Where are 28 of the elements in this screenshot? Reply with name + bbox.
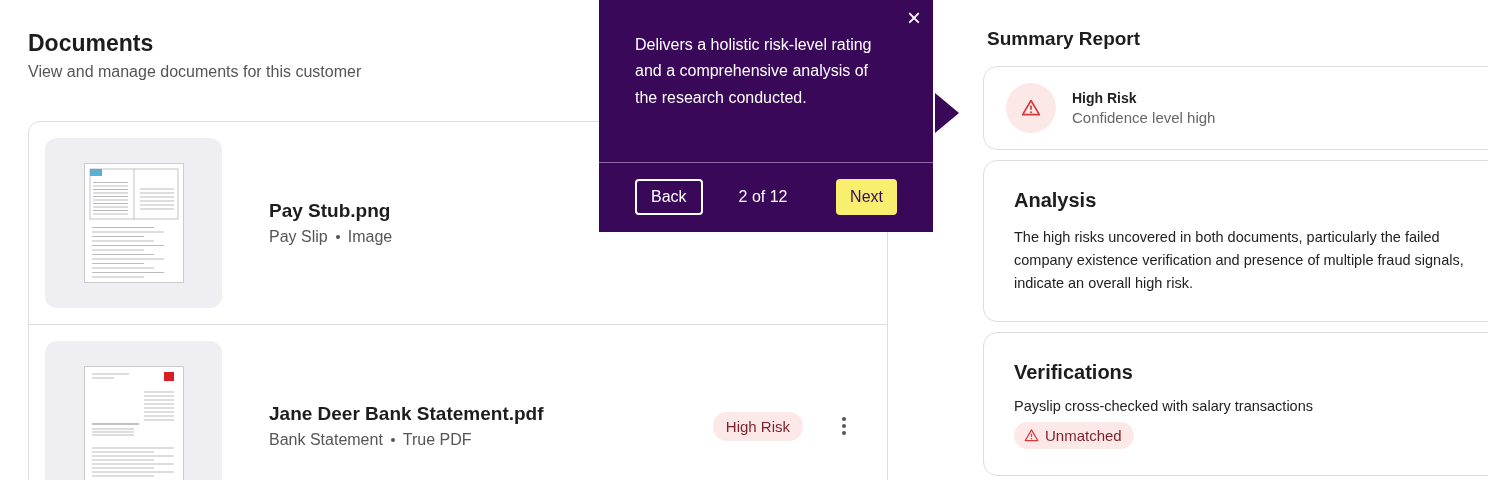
back-button[interactable]: Back	[635, 179, 703, 215]
document-name: Pay Stub.png	[269, 200, 392, 222]
section-title: Documents	[28, 30, 154, 57]
tooltip-text: Delivers a holistic risk-level rating and a comprehensive analysis of the research conducted.	[635, 35, 873, 108]
document-format: Image	[347, 228, 393, 246]
status-text: Unmatched	[1045, 426, 1122, 444]
confidence-text: Confidence level high	[1072, 109, 1216, 126]
document-type: Pay Slip	[269, 228, 328, 246]
document-type: Bank Statement	[269, 431, 383, 449]
analysis-title: Analysis	[1014, 189, 1098, 212]
summary-title: Summary Report	[987, 28, 1142, 50]
step-counter: 2 of 12	[738, 188, 789, 206]
verification-label: Payslip cross-checked with salary transactions	[1014, 397, 1314, 414]
risk-level: High Risk	[1072, 90, 1138, 106]
document-format: True PDF	[402, 431, 472, 449]
warning-icon	[1006, 83, 1056, 133]
close-button[interactable]: ×	[907, 6, 921, 30]
separator-dot	[335, 235, 340, 239]
tooltip-pointer	[935, 93, 959, 133]
separator-dot	[390, 438, 395, 442]
analysis-text: The high risks uncovered in both documents, particularly the failed company existence verification and presence of multiple fraud signals, indicate an overall high risk.	[1014, 228, 1465, 293]
more-options-icon[interactable]	[841, 416, 847, 436]
risk-badge: High Risk	[712, 411, 803, 441]
document-name: Jane Deer Bank Statement.pdf	[269, 403, 545, 425]
verifications-title: Verifications	[1014, 360, 1134, 384]
section-subtitle: View and manage documents for this customer	[28, 63, 362, 81]
warning-icon	[1024, 427, 1039, 443]
next-button[interactable]: Next	[836, 179, 897, 215]
